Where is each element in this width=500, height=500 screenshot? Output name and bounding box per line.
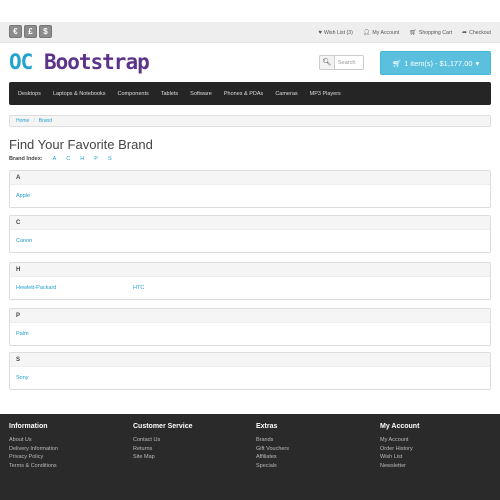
breadcrumb-home[interactable]: Home [16,118,29,124]
search-button[interactable]: 🔍︎ [319,55,335,70]
brand-link-palm[interactable]: Palm [16,331,29,337]
footer-link-newsletter[interactable]: Newsletter [380,462,419,471]
brand-link-canon[interactable]: Canon [16,238,32,244]
currency-selector: € £ $ [9,25,52,38]
footer-link-specials[interactable]: Specials [256,462,289,471]
brand-index-letter-a[interactable]: A [53,156,57,162]
nav-item-laptops[interactable]: Laptops & Notebooks [47,91,112,97]
footer: Information About Us Delivery Informatio… [0,414,500,500]
footer-link-brands[interactable]: Brands [256,436,289,445]
brand-index-letter-c[interactable]: C [66,156,70,162]
breadcrumb-brand[interactable]: Brand [39,118,52,124]
footer-link-order-history[interactable]: Order History [380,445,419,454]
nav-item-desktops[interactable]: Desktops [12,91,47,97]
cart-icon: 🛒︎ [409,30,417,36]
footer-link-gift-vouchers[interactable]: Gift Vouchers [256,445,289,454]
footer-link-returns[interactable]: Returns [133,445,193,454]
account-label: My Account [372,29,400,36]
footer-link-wish-list[interactable]: Wish List [380,453,419,462]
brand-group-body: Sony [10,367,490,389]
brand-group-body: Canon [10,230,490,252]
wishlist-link[interactable]: ♥ Wish List (3) [318,30,352,36]
brand-index-letter-s[interactable]: S [108,156,112,162]
footer-heading: Extras [256,423,278,430]
nav-item-cameras[interactable]: Cameras [269,91,303,97]
logo-bootstrap: Bootstrap [43,50,150,74]
breadcrumb: Home / Brand [9,115,491,127]
brand-group-c: C Canon [9,215,491,253]
footer-link-contact[interactable]: Contact Us [133,436,193,445]
footer-column-extras: Extras Brands Gift Vouchers Affiliates S… [256,423,289,470]
brand-group-h: H Hewlett-Packard HTC [9,262,491,300]
brand-index-letter-h[interactable]: H [80,156,84,162]
user-icon: 👤︎ [362,30,371,36]
footer-column-service: Customer Service Contact Us Returns Site… [133,423,193,462]
main-nav: Desktops Laptops & Notebooks Components … [9,82,491,105]
brand-link-hewlett-packard[interactable]: Hewlett-Packard [16,285,56,291]
brand-group-heading: A [10,171,490,185]
brand-link-apple[interactable]: Apple [16,193,30,199]
brand-index-letter-p[interactable]: P [94,156,98,162]
footer-column-information: Information About Us Delivery Informatio… [9,423,58,470]
brand-link-sony[interactable]: Sony [16,375,29,381]
brand-group-body: Palm [10,323,490,345]
brand-group-body: Hewlett-Packard HTC [10,277,490,299]
currency-dollar-button[interactable]: $ [39,25,52,38]
brand-group-heading: S [10,353,490,367]
account-link[interactable]: 👤︎ My Account [362,29,400,37]
search-box: 🔍︎ [319,55,364,70]
cart-button[interactable]: 🛒︎ 1 item(s) - $1,177.00 ▾ [380,51,491,75]
footer-column-account: My Account My Account Order History Wish… [380,423,419,470]
footer-link-delivery[interactable]: Delivery Information [9,445,58,454]
brand-index: Brand Index: A C H P S [9,156,112,162]
caret-down-icon: ▾ [475,58,480,68]
search-icon: 🔍︎ [322,59,332,66]
nav-item-components[interactable]: Components [112,91,155,97]
footer-heading: My Account [380,423,420,430]
nav-item-phones[interactable]: Phones & PDAs [218,91,269,97]
checkout-label: Checkout [469,29,491,36]
nav-item-mp3[interactable]: MP3 Players [304,91,347,97]
currency-pound-button[interactable]: £ [24,25,37,38]
shopping-cart-link[interactable]: 🛒︎ Shopping Cart [409,29,453,37]
checkout-link[interactable]: ➦ Checkout [462,29,491,37]
brand-group-heading: H [10,263,490,277]
brand-group-body: Apple [10,185,490,207]
currency-euro-button[interactable]: € [9,25,22,38]
brand-group-s: S Sony [9,352,491,390]
breadcrumb-separator: / [33,118,35,124]
brand-group-a: A Apple [9,170,491,208]
footer-link-privacy[interactable]: Privacy Policy [9,453,58,462]
search-input[interactable] [335,55,364,70]
brand-group-heading: C [10,216,490,230]
brand-index-label: Brand Index: [9,156,43,162]
nav-item-tablets[interactable]: Tablets [155,91,184,97]
wishlist-label: Wish List (3) [323,29,353,36]
nav-item-software[interactable]: Software [184,91,218,97]
footer-link-sitemap[interactable]: Site Map [133,453,193,462]
footer-link-terms[interactable]: Terms & Conditions [9,462,58,471]
page-title: Find Your Favorite Brand [9,137,153,152]
cart-icon: 🛒︎ [391,58,402,68]
shopping-cart-label: Shopping Cart [418,29,453,36]
share-icon: ➦ [462,30,468,36]
brand-group-p: P Palm [9,308,491,346]
footer-link-about-us[interactable]: About Us [9,436,58,445]
brand-link-htc[interactable]: HTC [133,285,144,291]
logo-oc: OC [9,50,33,74]
footer-link-my-account[interactable]: My Account [380,436,419,445]
brand-group-heading: P [10,309,490,323]
top-bar: € £ $ ♥ Wish List (3) 👤︎ My Account 🛒︎ Shop… [0,22,500,43]
footer-link-affiliates[interactable]: Affiliates [256,453,289,462]
footer-heading: Customer Service [133,423,193,430]
heart-icon: ♥ [318,29,322,36]
top-links: ♥ Wish List (3) 👤︎ My Account 🛒︎ Shopping C… [318,22,491,43]
cart-button-label: 1 item(s) - $1,177.00 [404,58,473,68]
site-logo[interactable]: OC Bootstrap [9,50,150,74]
footer-heading: Information [9,423,48,430]
